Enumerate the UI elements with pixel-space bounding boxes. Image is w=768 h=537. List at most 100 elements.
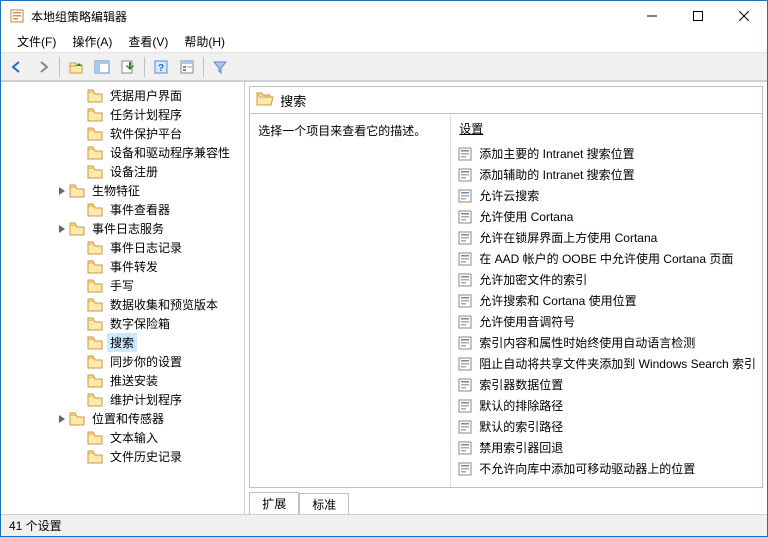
- policy-icon: [457, 146, 473, 162]
- description-text: 选择一个项目来查看它的描述。: [258, 122, 442, 139]
- status-text: 41 个设置: [9, 517, 62, 534]
- setting-item[interactable]: 允许使用音调符号: [451, 311, 762, 332]
- tree-item-label: 文件历史记录: [107, 447, 185, 466]
- tree-item[interactable]: 文件历史记录: [1, 447, 245, 466]
- open-folder-icon: [256, 91, 274, 110]
- setting-item[interactable]: 允许加密文件的索引: [451, 269, 762, 290]
- tree-item[interactable]: 设备注册: [1, 162, 245, 181]
- setting-item[interactable]: 添加辅助的 Intranet 搜索位置: [451, 164, 762, 185]
- help-button[interactable]: ?: [149, 56, 173, 78]
- settings-list: 添加主要的 Intranet 搜索位置添加辅助的 Intranet 搜索位置允许…: [451, 143, 762, 479]
- tree-item[interactable]: 事件日志服务: [1, 219, 245, 238]
- back-button[interactable]: [5, 56, 29, 78]
- setting-item-label: 允许搜索和 Cortana 使用位置: [479, 292, 636, 309]
- up-button[interactable]: [64, 56, 88, 78]
- gpedit-window: 本地组策略编辑器 文件(F) 操作(A) 查看(V) 帮助(H) ? 凭据用户界…: [0, 0, 768, 537]
- menu-file[interactable]: 文件(F): [9, 31, 64, 52]
- setting-item[interactable]: 允许使用 Cortana: [451, 206, 762, 227]
- settings-column[interactable]: 设置 添加主要的 Intranet 搜索位置添加辅助的 Intranet 搜索位…: [450, 114, 762, 487]
- tree-item[interactable]: 同步你的设置: [1, 352, 245, 371]
- toolbar-separator: [144, 57, 145, 77]
- tree-item[interactable]: 搜索: [1, 333, 245, 352]
- tree-pane[interactable]: 凭据用户界面任务计划程序软件保护平台设备和驱动程序兼容性设备注册生物特征事件查看…: [1, 82, 245, 514]
- folder-icon: [87, 297, 103, 313]
- tree-item[interactable]: 位置和传感器: [1, 409, 245, 428]
- tree-item[interactable]: 事件查看器: [1, 200, 245, 219]
- tree-item[interactable]: 生物特征: [1, 181, 245, 200]
- folder-icon: [87, 335, 103, 351]
- setting-item-label: 默认的索引路径: [479, 418, 563, 435]
- tree-item[interactable]: 数字保险箱: [1, 314, 245, 333]
- folder-icon: [87, 88, 103, 104]
- tree-item[interactable]: 维护计划程序: [1, 390, 245, 409]
- folder-icon: [87, 126, 103, 142]
- tree-item[interactable]: 任务计划程序: [1, 105, 245, 124]
- settings-column-header[interactable]: 设置: [451, 114, 762, 143]
- tree-item-label: 设备和驱动程序兼容性: [107, 143, 233, 162]
- forward-button[interactable]: [31, 56, 55, 78]
- tree-expander-icon[interactable]: [55, 187, 69, 195]
- tab-standard[interactable]: 标准: [299, 493, 349, 514]
- tree-item[interactable]: 推送安装: [1, 371, 245, 390]
- titlebar: 本地组策略编辑器: [1, 1, 767, 31]
- tree-item[interactable]: 凭据用户界面: [1, 86, 245, 105]
- tree-item[interactable]: 软件保护平台: [1, 124, 245, 143]
- setting-item[interactable]: 索引器数据位置: [451, 374, 762, 395]
- policy-icon: [457, 209, 473, 225]
- setting-item[interactable]: 默认的索引路径: [451, 416, 762, 437]
- tree-expander-icon[interactable]: [55, 225, 69, 233]
- toolbar-separator: [203, 57, 204, 77]
- policy-icon: [457, 314, 473, 330]
- close-button[interactable]: [721, 1, 767, 31]
- folder-icon: [87, 392, 103, 408]
- show-hide-tree-button[interactable]: [90, 56, 114, 78]
- export-button[interactable]: [116, 56, 140, 78]
- folder-icon: [87, 240, 103, 256]
- filter-button[interactable]: [208, 56, 232, 78]
- tree-item[interactable]: 手写: [1, 276, 245, 295]
- setting-item[interactable]: 默认的排除路径: [451, 395, 762, 416]
- tree-item-label: 搜索: [107, 333, 137, 352]
- window-title: 本地组策略编辑器: [31, 8, 629, 25]
- policy-icon: [457, 251, 473, 267]
- minimize-button[interactable]: [629, 1, 675, 31]
- tree-expander-icon[interactable]: [55, 415, 69, 423]
- tabs-row: 扩展 标准: [245, 490, 767, 514]
- tree-item[interactable]: 数据收集和预览版本: [1, 295, 245, 314]
- tree-item[interactable]: 事件日志记录: [1, 238, 245, 257]
- tree-item-label: 位置和传感器: [89, 409, 167, 428]
- setting-item[interactable]: 在 AAD 帐户的 OOBE 中允许使用 Cortana 页面: [451, 248, 762, 269]
- folder-icon: [87, 354, 103, 370]
- folder-icon: [87, 164, 103, 180]
- setting-item-label: 阻止自动将共享文件夹添加到 Windows Search 索引: [479, 355, 756, 372]
- setting-item-label: 添加辅助的 Intranet 搜索位置: [479, 166, 634, 183]
- folder-icon: [69, 221, 85, 237]
- menu-action[interactable]: 操作(A): [64, 31, 120, 52]
- setting-item[interactable]: 不允许向库中添加可移动驱动器上的位置: [451, 458, 762, 479]
- folder-icon: [87, 145, 103, 161]
- menu-view[interactable]: 查看(V): [120, 31, 176, 52]
- setting-item[interactable]: 禁用索引器回退: [451, 437, 762, 458]
- policy-icon: [457, 335, 473, 351]
- tree-item[interactable]: 文本输入: [1, 428, 245, 447]
- content-header: 搜索: [249, 86, 763, 114]
- tree-item-label: 事件查看器: [107, 200, 173, 219]
- maximize-button[interactable]: [675, 1, 721, 31]
- description-column: 选择一个项目来查看它的描述。: [250, 114, 450, 487]
- tree-item-label: 事件转发: [107, 257, 161, 276]
- policy-icon: [457, 356, 473, 372]
- setting-item[interactable]: 允许云搜索: [451, 185, 762, 206]
- setting-item[interactable]: 允许在锁屏界面上方使用 Cortana: [451, 227, 762, 248]
- tree-item-label: 凭据用户界面: [107, 86, 185, 105]
- properties-button[interactable]: [175, 56, 199, 78]
- tree-item[interactable]: 设备和驱动程序兼容性: [1, 143, 245, 162]
- setting-item[interactable]: 阻止自动将共享文件夹添加到 Windows Search 索引: [451, 353, 762, 374]
- setting-item[interactable]: 索引内容和属性时始终使用自动语言检测: [451, 332, 762, 353]
- tree-item-label: 维护计划程序: [107, 390, 185, 409]
- tab-extended[interactable]: 扩展: [249, 492, 299, 514]
- tree-item[interactable]: 事件转发: [1, 257, 245, 276]
- menu-help[interactable]: 帮助(H): [176, 31, 233, 52]
- setting-item[interactable]: 添加主要的 Intranet 搜索位置: [451, 143, 762, 164]
- setting-item[interactable]: 允许搜索和 Cortana 使用位置: [451, 290, 762, 311]
- tree-item-label: 数字保险箱: [107, 314, 173, 333]
